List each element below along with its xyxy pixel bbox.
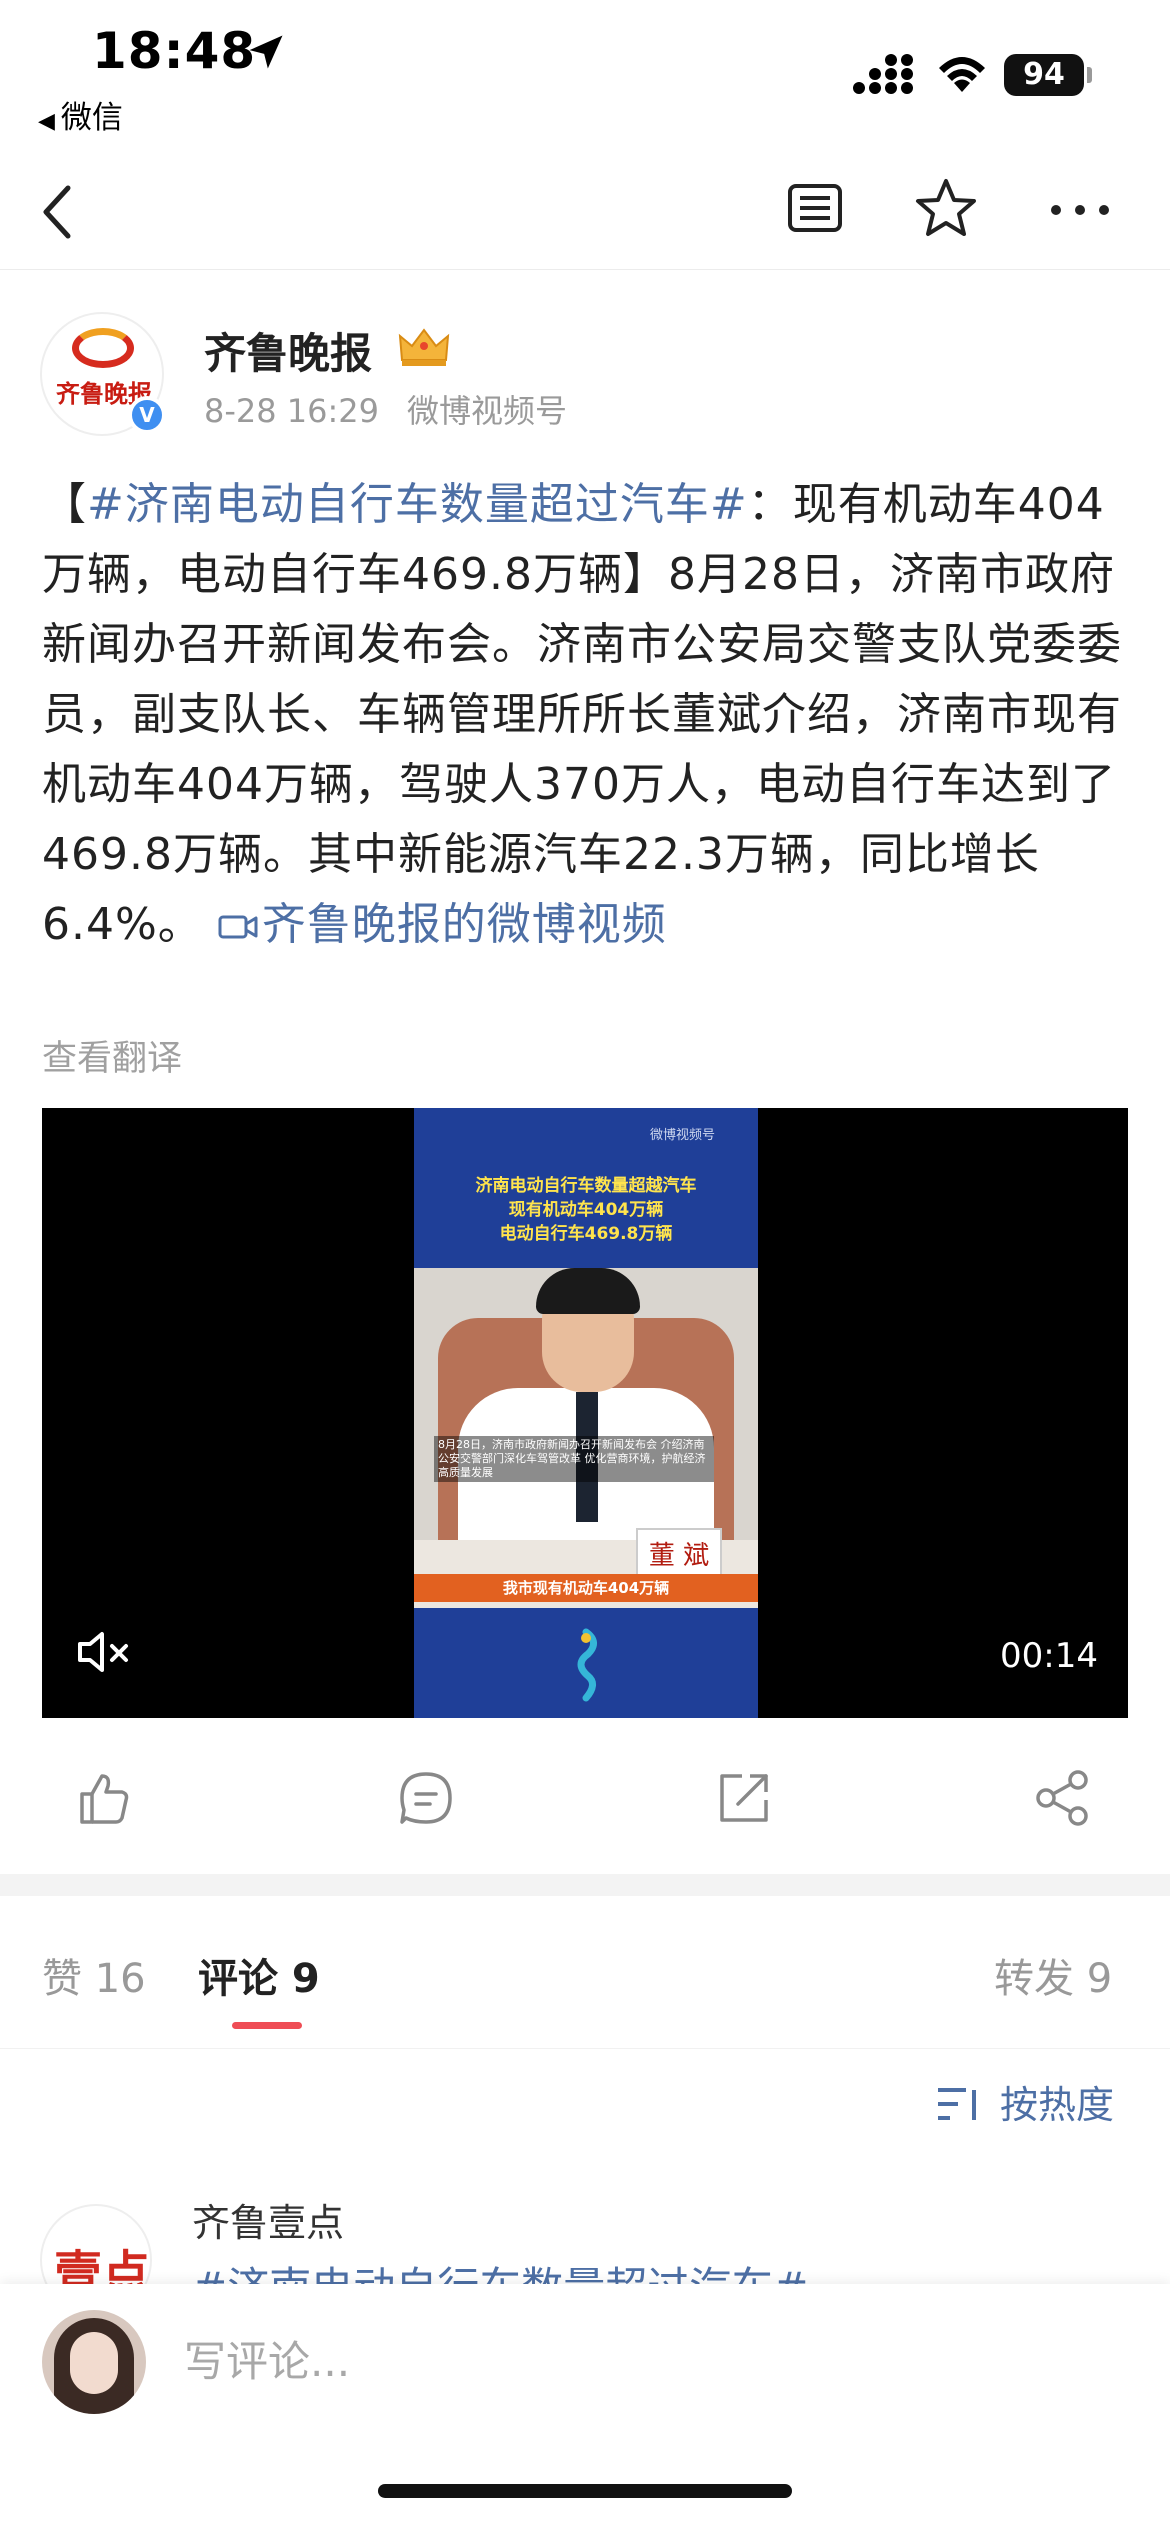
view-translation-link[interactable]: 查看翻译 xyxy=(42,1030,182,1081)
more-options-icon[interactable] xyxy=(1048,200,1112,220)
location-arrow-icon xyxy=(249,35,283,69)
mute-icon[interactable] xyxy=(76,1628,134,1676)
comment-bubble-icon[interactable] xyxy=(396,1768,456,1828)
comment-input-bar: 写评论... xyxy=(0,2284,1170,2532)
video-title: 济南电动自行车数量超越汽车 现有机动车404万辆 电动自行车469.8万辆 xyxy=(414,1174,758,1246)
back-app-label: 微信 xyxy=(60,100,123,136)
video-camera-icon xyxy=(218,915,258,939)
back-triangle-icon: ◀ xyxy=(38,109,55,134)
commenter-name[interactable]: 齐鲁壹点 xyxy=(192,2192,344,2247)
video-duration: 00:14 xyxy=(1000,1636,1098,1676)
video-watermark: 微博视频号 xyxy=(650,1128,716,1143)
video-frame: 微博视频号 济南电动自行车数量超越汽车 现有机动车404万辆 电动自行车469.… xyxy=(414,1108,758,1718)
post-date: 8-28 16:29 xyxy=(204,392,380,430)
section-divider xyxy=(0,1874,1170,1896)
nav-bar xyxy=(0,140,1170,270)
user-avatar-face xyxy=(70,2332,118,2394)
wifi-icon xyxy=(939,57,985,92)
tab-comments[interactable]: 评论 9 xyxy=(198,1946,320,2004)
sort-label: 按热度 xyxy=(1000,2083,1115,2127)
like-thumb-icon[interactable] xyxy=(74,1768,134,1828)
back-chevron-icon[interactable] xyxy=(36,182,86,242)
press-conference-scene: 董 斌 8月28日，济南市政府新闻办召开新闻发布会 介绍济南公安交警部门深化车驾… xyxy=(414,1268,758,1608)
logo-ring xyxy=(72,328,134,368)
home-indicator xyxy=(378,2484,792,2498)
crown-icon xyxy=(398,328,450,366)
post-source: 微博视频号 xyxy=(407,392,568,430)
video-caption: 我市现有机动车404万辆 xyxy=(414,1574,758,1602)
share-icon[interactable] xyxy=(1032,1768,1092,1828)
video-player[interactable]: 微博视频号 济南电动自行车数量超越汽车 现有机动车404万辆 电动自行车469.… xyxy=(42,1108,1128,1718)
sort-icon xyxy=(938,2088,976,2120)
status-bar: 18:48 ◀ 微信 94 xyxy=(0,0,1170,136)
verified-badge-icon: V xyxy=(128,396,166,434)
post-text: ：现有机动车404万辆，电动自行车469.8万辆】8月28日，济南市政府新闻办召… xyxy=(42,479,1122,950)
video-title-line: 电动自行车469.8万辆 xyxy=(499,1224,673,1244)
tab-likes[interactable]: 赞 16 xyxy=(42,1946,146,2004)
post-body: 【#济南电动自行车数量超过汽车#：现有机动车404万辆，电动自行车469.8万辆… xyxy=(42,470,1132,960)
battery-indicator: 94 xyxy=(1004,54,1084,96)
comment-input[interactable]: 写评论... xyxy=(184,2328,350,2389)
topic-hashtag[interactable]: #济南电动自行车数量超过汽车# xyxy=(87,479,748,530)
tab-reposts[interactable]: 转发 9 xyxy=(994,1946,1112,2004)
city-emblem-icon xyxy=(577,1628,597,1702)
post-meta: 8-28 16:29 微博视频号 xyxy=(204,386,567,432)
repost-icon[interactable] xyxy=(714,1768,774,1828)
status-time: 18:48 xyxy=(92,22,257,80)
sort-by-popularity[interactable]: 按热度 xyxy=(936,2074,1114,2129)
video-subtitle: 8月28日，济南市政府新闻办召开新闻发布会 介绍济南公安交警部门深化车驾管改革 … xyxy=(434,1436,714,1482)
favorite-star-icon[interactable] xyxy=(914,176,978,240)
bracket-open: 【 xyxy=(42,479,87,530)
author-name[interactable]: 齐鲁晚报 xyxy=(204,320,372,381)
video-source-link[interactable]: 齐鲁晚报的微博视频 xyxy=(218,899,667,950)
user-avatar[interactable] xyxy=(42,2310,146,2414)
post-action-bar xyxy=(0,1748,1170,1848)
cellular-signal-icon xyxy=(853,54,913,94)
back-to-app[interactable]: ◀ 微信 xyxy=(38,92,123,137)
video-title-line: 济南电动自行车数量超越汽车 xyxy=(475,1176,697,1196)
speaker-hair xyxy=(536,1268,640,1314)
active-tab-indicator xyxy=(232,2022,302,2029)
video-link-label: 齐鲁晚报的微博视频 xyxy=(261,899,667,950)
tabs-divider xyxy=(0,2048,1170,2049)
video-title-line: 现有机动车404万辆 xyxy=(508,1200,664,1220)
reader-mode-icon[interactable] xyxy=(786,180,844,238)
battery-cap xyxy=(1087,67,1092,83)
